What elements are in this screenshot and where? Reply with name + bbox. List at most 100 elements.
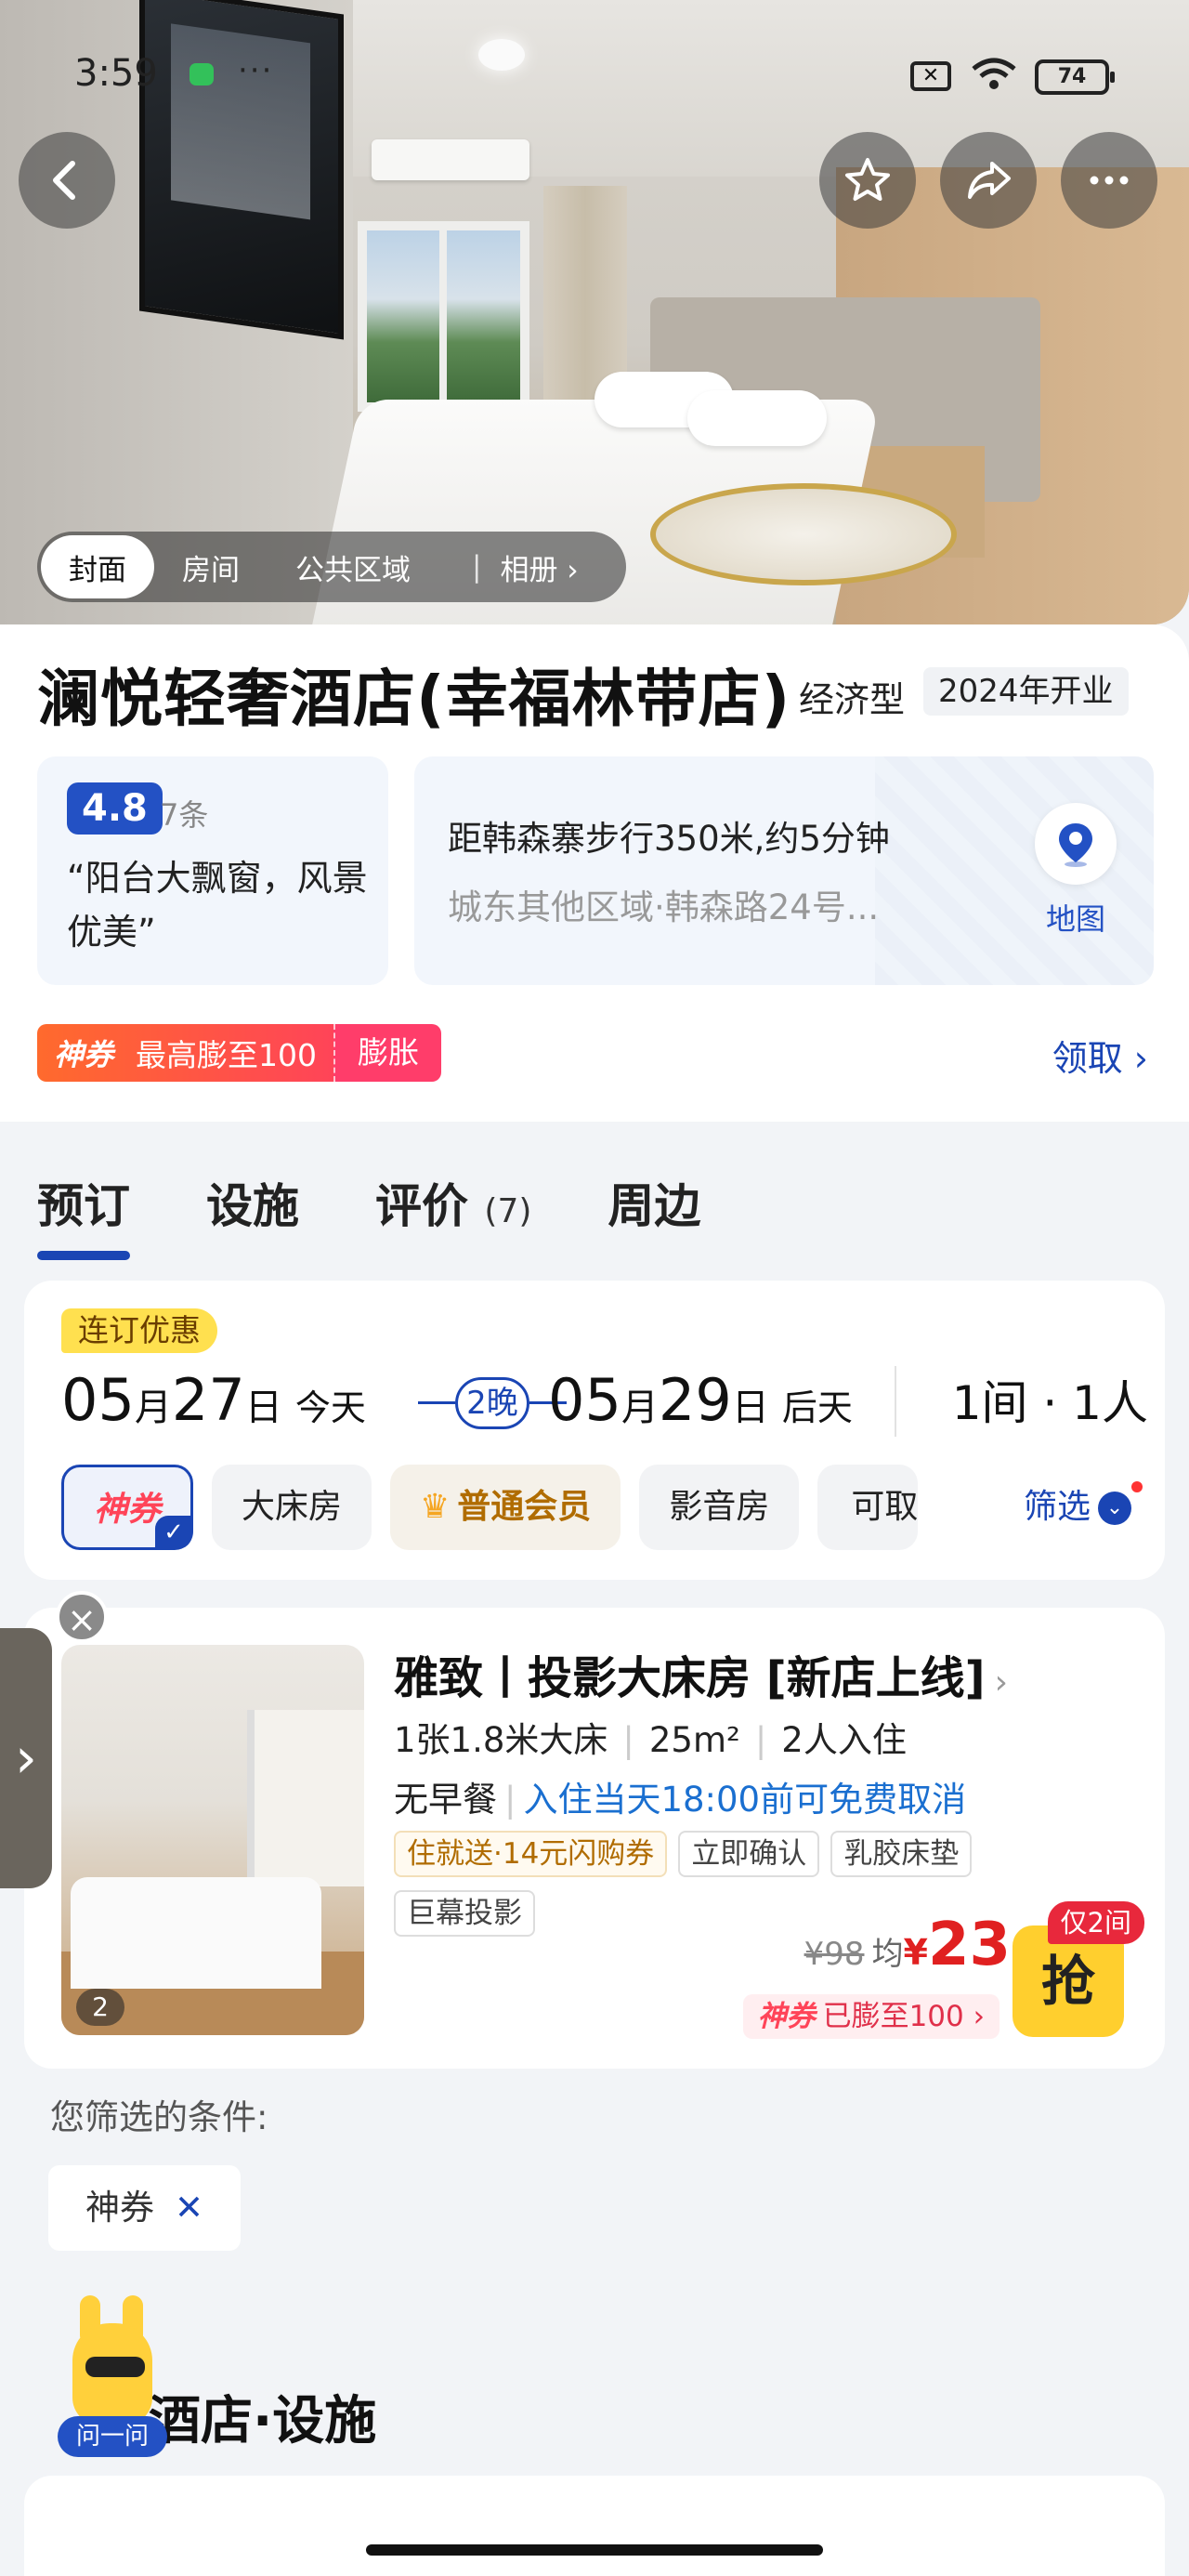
date-selector[interactable]: 05月27日 今天 2晚 05月29日 后天 1间 · 1人: [61, 1366, 1148, 1440]
checkout-day-unit: 日: [731, 1387, 769, 1429]
more-dots-icon: [1090, 176, 1129, 185]
room-specs: 1张1.8米大床 | 25m² | 2人入住: [394, 1720, 907, 1760]
filter-chip-coupon[interactable]: 神券 ✓: [61, 1465, 193, 1550]
tab-facilities[interactable]: 设施: [206, 1169, 299, 1236]
hotel-name: 澜悦轻奢酒店(幸福林带店): [37, 663, 791, 735]
checkout-date[interactable]: 05月29日 后天: [548, 1366, 853, 1434]
close-icon[interactable]: ×: [56, 1591, 108, 1643]
back-button[interactable]: [19, 132, 115, 229]
active-filter-label: 神券: [85, 2188, 154, 2228]
photo-category-tabs: 封面 房间 公共区域 | 相册 ›: [37, 532, 626, 602]
photo-tab-cover[interactable]: 封面: [41, 535, 154, 598]
tab-reviews-label: 评价: [375, 1179, 468, 1233]
checkin-month: 05: [61, 1366, 135, 1434]
tab-nearby[interactable]: 周边: [608, 1169, 700, 1236]
remove-filter-icon[interactable]: ✕: [175, 2188, 203, 2228]
coupon-inflate-button[interactable]: 膨胀: [333, 1024, 442, 1082]
share-button[interactable]: [940, 132, 1037, 229]
rooms-people-selector[interactable]: 1间 · 1人: [894, 1366, 1148, 1437]
rating-summary[interactable]: 4.8 7条 “阳台大飘窗，风景优美”: [37, 756, 388, 985]
room-card[interactable]: 2 雅致丨投影大床房 [新店上线] › 1张1.8米大床 | 25m² | 2人入住 无早…: [24, 1608, 1165, 2069]
room-tag: 住就送·14元闪购券: [394, 1831, 668, 1877]
checkout-month: 05: [548, 1366, 621, 1434]
filter-chip-member[interactable]: ♛ 普通会员: [390, 1465, 621, 1550]
tab-reviews-count: (7): [484, 1192, 532, 1230]
rating-score: 4.8: [67, 782, 163, 835]
coupon-boost-badge[interactable]: 神券 已膨至100 ›: [742, 1994, 1000, 2039]
coupon-banner[interactable]: 神券 最高膨至100 膨胀: [37, 1024, 442, 1082]
room-filters: 神券 ✓ 大床房 ♛ 普通会员 影音房 可取 筛选 ⌄: [61, 1465, 1157, 1550]
tab-reviews[interactable]: 评价 (7): [375, 1169, 531, 1236]
price-value: 23: [927, 1911, 1011, 1979]
filter-chip-member-label: 普通会员: [457, 1488, 592, 1526]
share-icon: [968, 162, 1011, 199]
checkin-date[interactable]: 05月27日 今天: [61, 1366, 366, 1434]
checkout-day: 29: [658, 1366, 732, 1434]
tab-nearby-label: 周边: [608, 1179, 701, 1233]
room-photo-count: 2: [76, 1989, 124, 2026]
no-sim-icon: ✕: [910, 61, 951, 91]
side-drawer-handle[interactable]: ›: [0, 1628, 52, 1888]
map-label: 地图: [1045, 901, 1105, 937]
home-indicator[interactable]: [366, 2544, 823, 2556]
tab-booking-label: 预订: [37, 1179, 130, 1233]
filter-chip-big-bed[interactable]: 大床房: [212, 1465, 372, 1550]
member-crown-icon: ♛: [420, 1488, 451, 1526]
filter-chip-coupon-label: 神券: [93, 1491, 161, 1529]
filter-badge-dot: [1131, 1481, 1143, 1492]
ai-assistant-button[interactable]: 问一问: [58, 2295, 167, 2457]
map-button[interactable]: 地图: [1022, 803, 1130, 939]
chevron-right-icon: ›: [994, 1663, 1008, 1702]
assistant-label: 问一问: [58, 2416, 167, 2457]
room-name[interactable]: 雅致丨投影大床房 [新店上线] ›: [394, 1641, 1008, 1706]
coupon-text: 最高膨至100: [136, 1037, 318, 1073]
filter-chip-av-room[interactable]: 影音房: [639, 1465, 800, 1550]
chevron-down-icon: ⌄: [1098, 1492, 1131, 1525]
checkout-weekday: 后天: [781, 1387, 853, 1428]
original-price: ¥98: [804, 1936, 865, 1973]
tab-booking[interactable]: 预订: [37, 1169, 130, 1260]
star-icon: [845, 158, 890, 201]
chat-notification-icon: [189, 63, 214, 85]
section-tabs: 预订 设施 评价 (7) 周边: [37, 1169, 777, 1260]
room-cancel-policy: 入住当天18:00前可免费取消: [523, 1780, 967, 1820]
favorite-button[interactable]: [819, 132, 916, 229]
review-quote: “阳台大飘窗，风景优美”: [67, 858, 368, 953]
status-time: 3:59: [74, 52, 158, 95]
status-bar: 3:59 ··· ✕ 74: [0, 0, 1189, 95]
nights-indicator: 2晚: [418, 1377, 567, 1429]
facilities-card: [24, 2476, 1165, 2576]
photo-tab-rooms[interactable]: 房间: [154, 535, 268, 598]
active-filter-chip[interactable]: 神券 ✕: [48, 2165, 242, 2251]
room-price: ¥98 均¥23: [804, 1911, 1011, 1979]
chevron-left-icon: [53, 161, 75, 200]
location-summary[interactable]: 距韩森寨步行350米,约5分钟 城东其他区域·韩森路24号... 地图: [414, 756, 1154, 985]
hotel-type: 经济型: [799, 679, 906, 720]
photo-tab-public-area[interactable]: 公共区域: [268, 535, 438, 598]
room-tag: 巨幕投影: [394, 1890, 535, 1937]
room-occupancy: 2人入住: [781, 1720, 907, 1760]
album-separator: |: [472, 550, 482, 584]
filter-button[interactable]: 筛选 ⌄: [983, 1465, 1150, 1550]
room-photo[interactable]: 2: [61, 1645, 364, 2035]
more-notifications: ···: [238, 52, 274, 89]
claim-coupon-link[interactable]: 领取 ›: [1052, 1030, 1148, 1081]
filter-chip-more[interactable]: 可取: [817, 1465, 919, 1550]
room-tag: 乳胶床垫: [830, 1831, 973, 1877]
photo-tab-album[interactable]: | 相册 ›: [438, 535, 607, 598]
check-icon: ✓: [155, 1516, 192, 1549]
current-price: ¥23: [903, 1911, 1011, 1979]
boost-brand: 神券: [757, 2000, 816, 2033]
room-area: 25m²: [648, 1720, 740, 1760]
more-button[interactable]: [1061, 132, 1157, 229]
room-tag: 立即确认: [678, 1831, 820, 1877]
booking-card: 连订优惠 05月27日 今天 2晚 05月29日 后天 1间 · 1人 神券 ✓ 大…: [24, 1281, 1165, 1580]
checkin-month-unit: 月: [134, 1387, 172, 1429]
filter-conditions-title: 您筛选的条件:: [50, 2097, 268, 2137]
hotel-opened-badge: 2024年开业: [923, 667, 1129, 716]
wifi-icon: [970, 56, 1018, 99]
boost-text: 已膨至100 ›: [822, 2000, 985, 2033]
review-count: 7条: [160, 797, 209, 833]
room-breakfast: 无早餐: [394, 1780, 497, 1820]
coupon-brand: 神券: [54, 1037, 114, 1072]
